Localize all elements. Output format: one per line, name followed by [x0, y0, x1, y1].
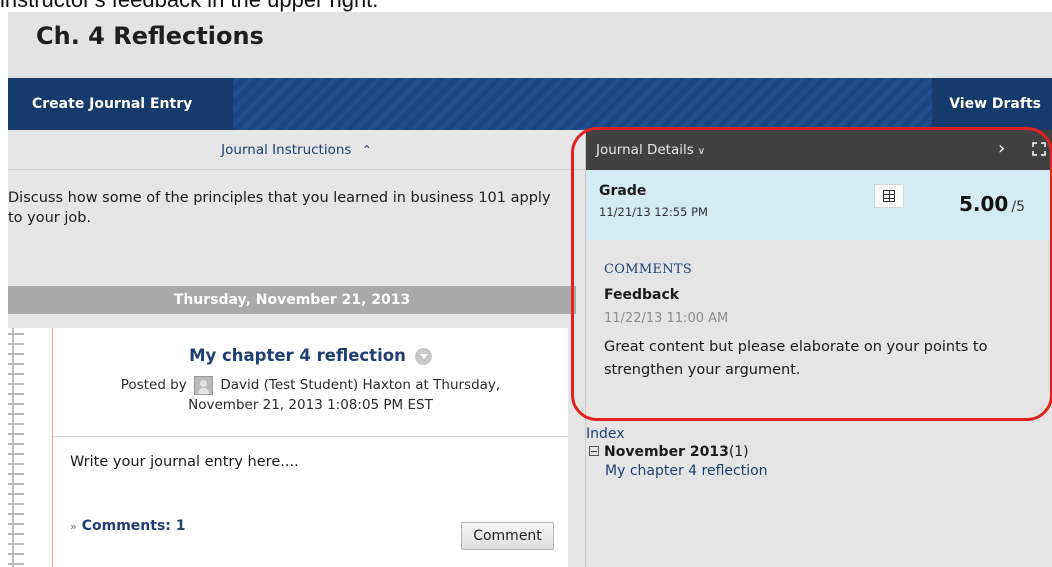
create-journal-entry-button[interactable]: Create Journal Entry [8, 78, 233, 130]
comments-heading: COMMENTS [604, 262, 693, 277]
entry-posted-info: Posted by David (Test Student) Haxton at… [53, 375, 568, 415]
journal-details-label: Journal Details [596, 142, 694, 158]
posted-date: November 21, 2013 1:08:05 PM EST [188, 397, 433, 413]
journal-main-pane: Journal Instructions ⌃ Discuss how some … [8, 130, 585, 567]
posted-by-label: Posted by [120, 377, 187, 393]
comment-button[interactable]: Comment [461, 522, 554, 550]
entry-title-row: My chapter 4 reflection [53, 346, 568, 365]
index-heading: Index [586, 426, 625, 442]
posted-at-text: at Thursday, [415, 377, 501, 393]
feedback-label: Feedback [604, 287, 680, 303]
avatar [194, 375, 214, 395]
rubric-grid-button[interactable] [874, 184, 904, 208]
page-header: Ch. 4 Reflections [8, 12, 1052, 78]
double-chevron-down-icon: » [70, 520, 77, 533]
journal-details-toggle[interactable]: Journal Details ∨ [596, 142, 705, 158]
grade-max: /5 [1011, 199, 1025, 215]
index-month-name: November 2013 [604, 444, 729, 460]
grade-label: Grade [599, 183, 647, 199]
action-bar: Create Journal Entry View Drafts [8, 78, 1052, 130]
grade-date: 11/21/13 12:55 PM [599, 205, 708, 219]
grade-score: 5.00/5 [959, 192, 1025, 216]
view-drafts-button[interactable]: View Drafts [932, 78, 1052, 130]
grade-value: 5.00 [959, 192, 1009, 216]
index-month-count: (1) [728, 444, 749, 460]
comments-toggle-link[interactable]: » Comments: 1 [70, 518, 186, 534]
expand-icon[interactable] [1032, 142, 1046, 156]
page-title: Ch. 4 Reflections [36, 22, 264, 50]
entry-title-link[interactable]: My chapter 4 reflection [189, 346, 406, 365]
feedback-date: 11/22/13 11:00 AM [604, 311, 729, 326]
entry-options-menu-icon[interactable] [414, 348, 432, 365]
entry-author: David (Test Student) Haxton [220, 377, 411, 393]
entry-date-header: Thursday, November 21, 2013 [8, 286, 576, 314]
collapse-toggle-icon[interactable] [589, 446, 599, 456]
journal-details-header: Journal Details ∨ › [586, 130, 1052, 170]
entry-divider [53, 436, 568, 437]
chevron-right-icon[interactable]: › [998, 138, 1005, 159]
journal-instructions-text: Discuss how some of the principles that … [8, 190, 551, 226]
comments-count-label: Comments: 1 [81, 518, 186, 534]
feedback-text: Great content but please elaborate on yo… [604, 339, 988, 378]
notebook-spiral-icon [8, 328, 24, 567]
journal-instructions-label: Journal Instructions [221, 142, 352, 158]
chevron-down-icon: ∨ [697, 146, 706, 157]
chevron-up-icon: ⌃ [361, 143, 372, 157]
entry-body-text: Write your journal entry here.... [70, 454, 299, 470]
grid-icon [883, 190, 895, 202]
journal-instructions-toggle[interactable]: Journal Instructions ⌃ [8, 130, 585, 170]
index-month-row[interactable]: November 2013(1) [589, 444, 749, 460]
journal-details-pane: Journal Details ∨ › Grade 11/21/13 12:55 … [585, 130, 1052, 567]
journal-entry-card: My chapter 4 reflection Posted by David … [8, 328, 568, 567]
grade-panel: Grade 11/21/13 12:55 PM 5.00/5 [586, 170, 1052, 240]
index-entry-link[interactable]: My chapter 4 reflection [605, 463, 768, 479]
